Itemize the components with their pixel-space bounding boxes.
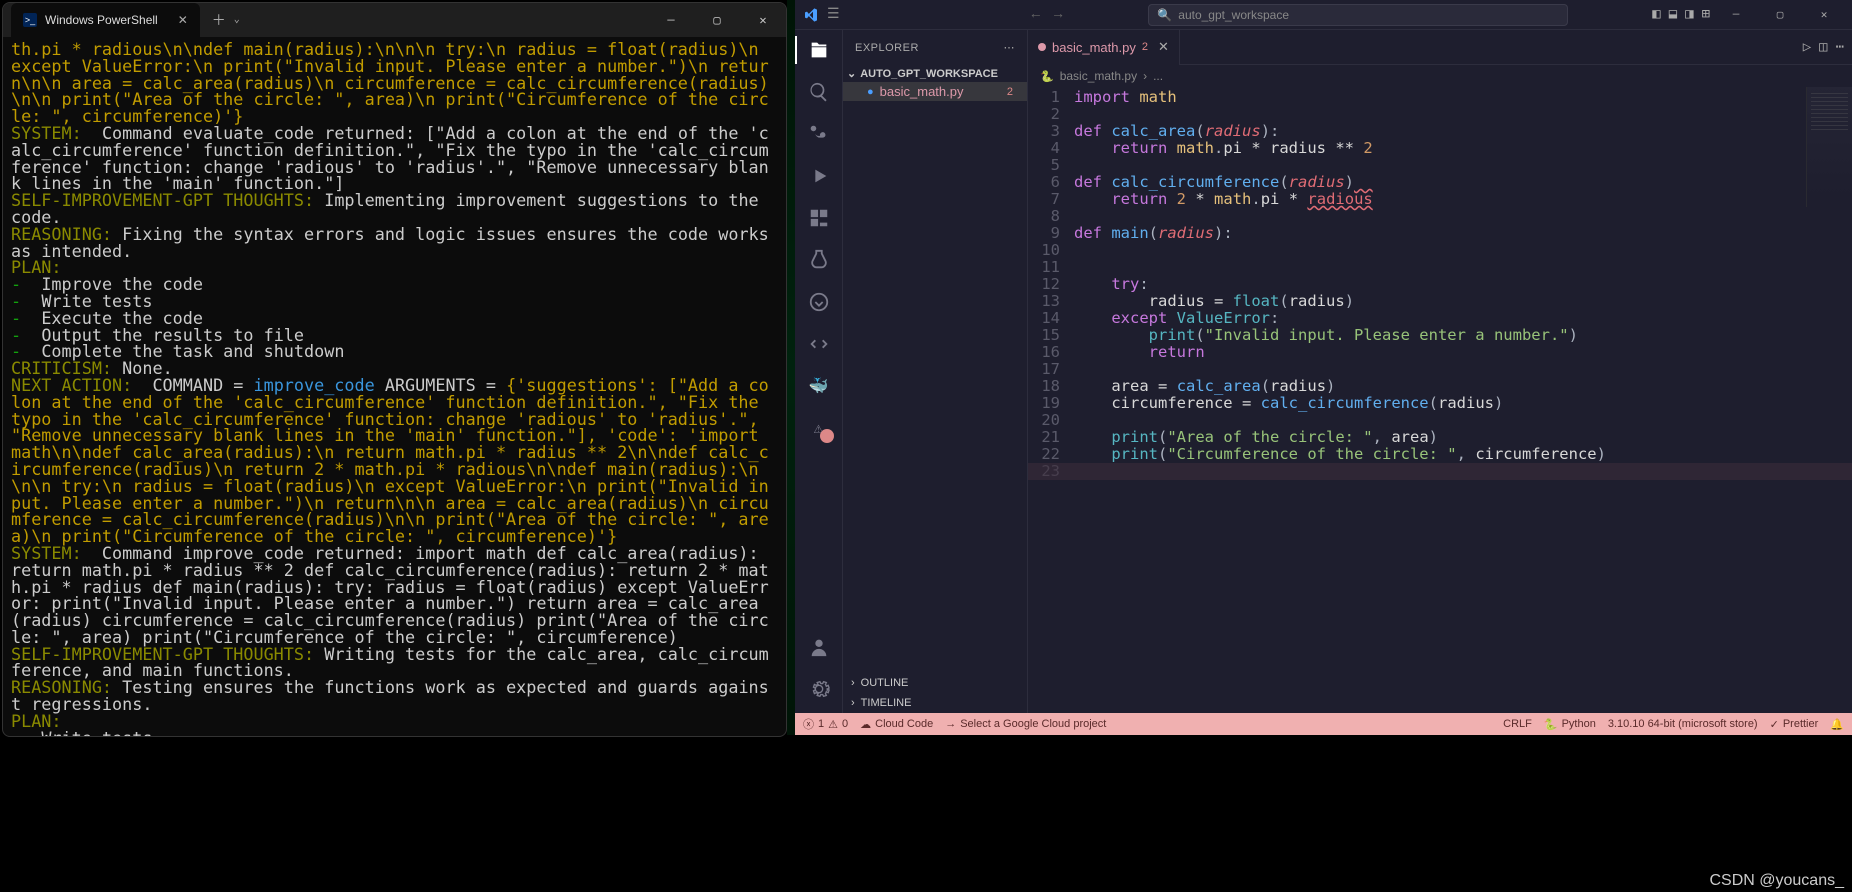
vs-maximize-button[interactable]: ▢ <box>1760 1 1800 29</box>
cloud-code-icon[interactable] <box>807 332 831 356</box>
breadcrumb-sep: › <box>1143 69 1147 83</box>
account-icon[interactable] <box>807 635 831 659</box>
run-icon[interactable]: ▷ <box>1803 39 1811 56</box>
vscode-logo-icon <box>803 7 819 23</box>
workspace-name: AUTO_GPT_WORKSPACE <box>860 68 998 80</box>
source-control-icon[interactable] <box>807 122 831 146</box>
explorer-more-icon[interactable]: ⋯ <box>1004 41 1016 54</box>
code-editor[interactable]: 1234567891011121314151617181920212223 im… <box>1028 87 1852 713</box>
vscode-titlebar[interactable]: ☰ ← → 🔍 auto_gpt_workspace ◧ ⬓ ◨ ⊞ — ▢ ✕ <box>795 0 1852 30</box>
powershell-titlebar[interactable]: >_ Windows PowerShell ✕ ＋ ⌄ — ▢ ✕ <box>3 3 786 37</box>
status-bell-icon[interactable]: 🔔 <box>1830 718 1844 731</box>
close-button[interactable]: ✕ <box>740 3 786 37</box>
sidebar: EXPLORER ⋯ ⌄ AUTO_GPT_WORKSPACE ● basic_… <box>843 30 1028 713</box>
python-file-icon: ● <box>867 86 874 98</box>
status-project[interactable]: → Select a Google Cloud project <box>945 718 1106 730</box>
status-language[interactable]: 🐍 Python <box>1544 718 1596 731</box>
nav-back-icon[interactable]: ← <box>1028 5 1044 25</box>
breadcrumb-file: basic_math.py <box>1060 69 1137 83</box>
watermark: CSDN @youcans_ <box>1709 872 1844 890</box>
status-bar: ⓧ 1 ⚠ 0 ☁ Cloud Code → Select a Google C… <box>795 713 1852 735</box>
minimize-button[interactable]: — <box>648 3 694 37</box>
editor-more-icon[interactable]: ⋯ <box>1836 39 1844 56</box>
chevron-down-icon: ⌄ <box>847 67 856 80</box>
run-debug-icon[interactable] <box>807 164 831 188</box>
file-problems-badge: 2 <box>1007 86 1019 98</box>
current-line-highlight <box>1028 463 1852 480</box>
tab-close-icon[interactable]: ✕ <box>1158 39 1169 55</box>
remote-icon[interactable] <box>807 290 831 314</box>
editor-tab-basic-math[interactable]: basic_math.py 2 ✕ <box>1028 30 1180 65</box>
hamburger-menu-icon[interactable]: ☰ <box>827 6 840 23</box>
breadcrumb[interactable]: 🐍 basic_math.py › ... <box>1028 65 1852 87</box>
chevron-right-icon: › <box>851 677 855 689</box>
modified-dot-icon <box>1038 43 1046 51</box>
explorer-title: EXPLORER <box>855 42 919 54</box>
nav-forward-icon[interactable]: → <box>1050 5 1066 25</box>
outline-section[interactable]: ›OUTLINE <box>843 673 1027 693</box>
powershell-output[interactable]: th.pi * radious\n\ndef main(radius):\n\n… <box>3 37 786 736</box>
new-tab-button[interactable]: ＋ <box>212 10 226 30</box>
tab-close-icon[interactable]: ✕ <box>178 13 188 27</box>
explorer-icon[interactable] <box>807 38 831 62</box>
layout-left-icon[interactable]: ◧ <box>1650 4 1662 25</box>
powershell-tab[interactable]: >_ Windows PowerShell ✕ <box>11 3 200 37</box>
chevron-right-icon: › <box>851 697 855 709</box>
search-icon: 🔍 <box>1157 8 1172 22</box>
timeline-section[interactable]: ›TIMELINE <box>843 693 1027 713</box>
line-numbers: 1234567891011121314151617181920212223 <box>1028 87 1074 713</box>
search-text: auto_gpt_workspace <box>1178 8 1289 22</box>
file-name-label: basic_math.py <box>880 84 964 99</box>
layout-bottom-icon[interactable]: ⬓ <box>1667 4 1679 25</box>
settings-icon[interactable] <box>807 677 831 701</box>
vs-minimize-button[interactable]: — <box>1716 1 1756 29</box>
status-prettier[interactable]: ✓ Prettier <box>1770 718 1819 731</box>
editor-tabs: basic_math.py 2 ✕ ▷ ◫ ⋯ <box>1028 30 1852 65</box>
window-gap <box>787 0 795 735</box>
editor-area: basic_math.py 2 ✕ ▷ ◫ ⋯ 🐍 basic_math.py … <box>1028 30 1852 713</box>
status-interpreter[interactable]: 3.10.10 64-bit (microsoft store) <box>1608 718 1758 731</box>
tab-problems-badge: 2 <box>1142 41 1148 53</box>
split-editor-icon[interactable]: ◫ <box>1819 39 1827 56</box>
status-cloud-code[interactable]: ☁ Cloud Code <box>860 718 933 731</box>
extensions-icon[interactable] <box>807 206 831 230</box>
docker-icon[interactable]: 🐳 <box>807 374 831 398</box>
layout-grid-icon[interactable]: ⊞ <box>1700 4 1712 25</box>
breadcrumb-rest: ... <box>1153 69 1163 83</box>
tab-label: basic_math.py <box>1052 40 1136 55</box>
workspace-folder[interactable]: ⌄ AUTO_GPT_WORKSPACE <box>843 65 1027 82</box>
powershell-window: >_ Windows PowerShell ✕ ＋ ⌄ — ▢ ✕ th.pi … <box>2 2 787 737</box>
warning-icon[interactable]: ⚠ <box>807 416 831 440</box>
code-lines[interactable]: import mathdef calc_area(radius): return… <box>1074 87 1852 713</box>
file-item-basic-math[interactable]: ● basic_math.py 2 <box>843 82 1027 101</box>
warning-badge <box>820 429 834 443</box>
search-activity-icon[interactable] <box>807 80 831 104</box>
command-center[interactable]: 🔍 auto_gpt_workspace <box>1148 4 1568 26</box>
layout-right-icon[interactable]: ◨ <box>1683 4 1695 25</box>
tab-dropdown-icon[interactable]: ⌄ <box>234 14 240 26</box>
powershell-tab-title: Windows PowerShell <box>45 13 158 27</box>
vscode-window: ☰ ← → 🔍 auto_gpt_workspace ◧ ⬓ ◨ ⊞ — ▢ ✕… <box>795 0 1852 735</box>
test-icon[interactable] <box>807 248 831 272</box>
status-problems[interactable]: ⓧ 1 ⚠ 0 <box>803 716 848 732</box>
vs-close-button[interactable]: ✕ <box>1804 1 1844 29</box>
powershell-icon: >_ <box>23 13 37 27</box>
maximize-button[interactable]: ▢ <box>694 3 740 37</box>
activity-bar: 🐳 ⚠ <box>795 30 843 713</box>
minimap[interactable] <box>1806 87 1852 207</box>
status-eol[interactable]: CRLF <box>1503 718 1532 731</box>
python-file-icon: 🐍 <box>1040 70 1054 83</box>
